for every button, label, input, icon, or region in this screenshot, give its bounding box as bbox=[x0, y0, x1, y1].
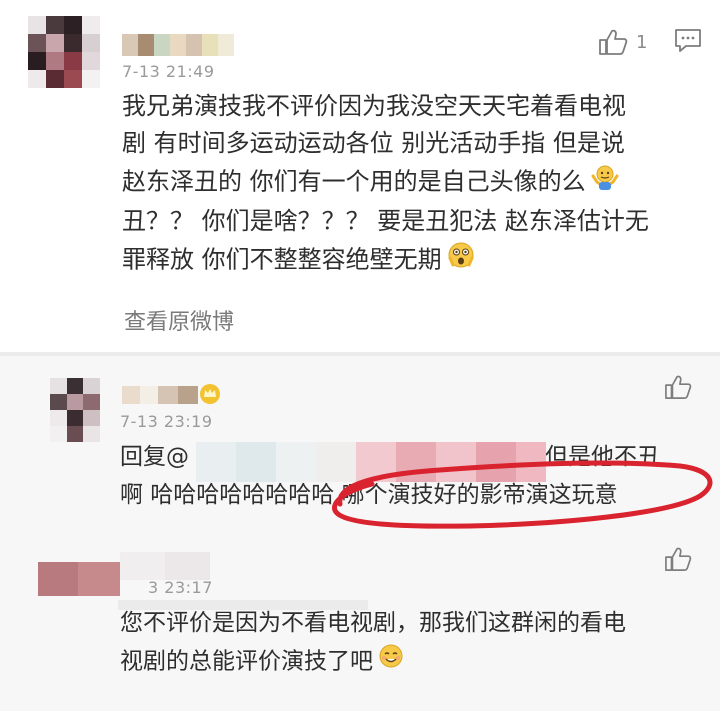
thumbs-up-icon bbox=[599, 29, 628, 55]
comment-line: 剧 有时间多运动运动各位 别光活动手指 但是说 bbox=[122, 129, 625, 157]
reply-timestamp: 3 23:17 bbox=[148, 578, 213, 597]
reply-line: 视剧的总能评价演技了吧 bbox=[120, 642, 626, 682]
avatar[interactable] bbox=[28, 16, 100, 88]
thumbs-up-icon bbox=[665, 375, 692, 399]
comment-timestamp: 7-13 21:49 bbox=[122, 62, 215, 81]
comment-icon bbox=[675, 29, 701, 52]
reply-text: 但是他不丑 bbox=[545, 444, 660, 470]
like-button[interactable]: 1 bbox=[598, 28, 647, 56]
comment-body: 我兄弟演技我不评价因为我没空天天宅着看电视 剧 有时间多运动运动各位 别光活动手… bbox=[122, 88, 649, 281]
like-button[interactable] bbox=[664, 546, 692, 576]
reply-prefix: 回复@ bbox=[120, 444, 189, 470]
reply-timestamp: 7-13 23:19 bbox=[120, 412, 213, 431]
mention-blurred[interactable] bbox=[196, 442, 546, 482]
comment-line: 赵东泽丑的 你们有一个用的是自己头像的么 bbox=[122, 162, 649, 203]
like-count: 1 bbox=[636, 31, 648, 53]
comment-line: 丑？？ 你们是啥？？？ 要是丑犯法 赵东泽估计无 bbox=[122, 207, 649, 235]
avatar-blurred[interactable] bbox=[38, 562, 120, 596]
comment-line: 我兄弟演技我不评价因为我没空天天宅着看电视 bbox=[122, 92, 626, 120]
shrugging-emoji bbox=[590, 162, 620, 203]
comment-line: 罪释放 你们不整整容绝壁无期 bbox=[122, 240, 649, 281]
avatar[interactable] bbox=[50, 378, 100, 442]
username-blurred[interactable] bbox=[122, 34, 234, 56]
highlighted-text: 哪个演技好的影帝演这玩意 bbox=[341, 482, 618, 508]
view-original-link[interactable]: 查看原微博 bbox=[124, 304, 234, 336]
reply-body: 您不评价是因为不看电视剧，那我们这群闲的看电 视剧的总能评价演技了吧 bbox=[120, 604, 626, 682]
reply-text: 啊 哈哈哈哈哈哈哈哈 bbox=[120, 482, 342, 508]
username-blurred[interactable] bbox=[120, 552, 210, 580]
username-blurred[interactable] bbox=[122, 386, 198, 404]
shocked-emoji bbox=[446, 240, 476, 281]
comment-card-main: 7-13 21:49 1 我兄弟演技我不评价因为我没空天天宅着看电视 剧 有时间… bbox=[0, 0, 720, 352]
crown-badge-icon bbox=[198, 382, 222, 410]
reply-line: 您不评价是因为不看电视剧，那我们这群闲的看电 bbox=[120, 610, 626, 636]
smiling-emoji bbox=[377, 642, 405, 682]
like-button[interactable] bbox=[664, 374, 692, 404]
comment-button[interactable] bbox=[674, 28, 702, 58]
replies-section: 7-13 23:19 回复@ 但是他不丑 啊 哈哈哈哈哈哈哈哈 哪个演技好的影帝演… bbox=[0, 356, 720, 711]
thumbs-up-icon bbox=[665, 547, 692, 571]
